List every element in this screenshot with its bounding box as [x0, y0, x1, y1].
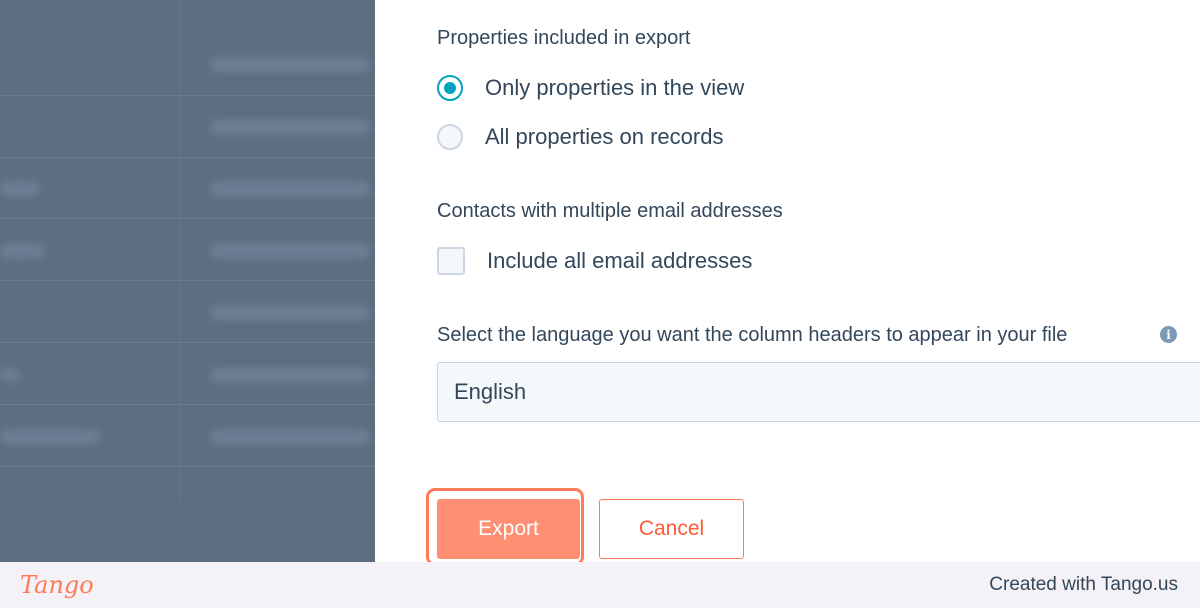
blurred-cell — [0, 182, 40, 196]
table-row-divider — [0, 157, 375, 158]
blurred-cell — [210, 306, 370, 320]
export-dialog: Properties included in export Only prope… — [375, 0, 1200, 562]
table-row-divider — [0, 218, 375, 219]
tango-logo: Tango — [20, 571, 94, 599]
include-all-emails-checkbox[interactable] — [437, 247, 465, 275]
table-column-divider — [180, 0, 181, 500]
language-selected-value: English — [454, 379, 527, 404]
radio-all-properties-on-records[interactable]: All properties on records — [437, 124, 723, 150]
radio-label: Only properties in the view — [485, 75, 745, 100]
table-row-divider — [0, 95, 375, 96]
radio-unselected-icon[interactable] — [437, 124, 463, 150]
blurred-cell — [0, 244, 45, 258]
table-row-divider — [0, 466, 375, 467]
language-section-label: Select the language you want the column … — [437, 324, 1068, 346]
blurred-cell — [210, 182, 370, 196]
blurred-cell — [210, 120, 370, 134]
blurred-background-table — [0, 0, 375, 562]
export-button[interactable]: Export — [437, 499, 580, 559]
footer-credit: Created with Tango.us — [989, 574, 1178, 595]
cancel-button[interactable]: Cancel — [599, 499, 744, 559]
table-row-divider — [0, 280, 375, 281]
include-all-emails-option[interactable]: Include all email addresses — [437, 247, 752, 275]
table-row-divider — [0, 342, 375, 343]
blurred-cell — [210, 58, 370, 72]
tango-footer: Tango Created with Tango.us — [0, 562, 1200, 608]
language-select[interactable]: English — [437, 362, 1200, 422]
blurred-cell — [210, 244, 370, 258]
emails-section-label: Contacts with multiple email addresses — [437, 200, 783, 222]
blurred-cell — [210, 430, 370, 444]
blurred-cell — [0, 368, 20, 382]
blurred-cell — [0, 430, 100, 444]
radio-only-properties-in-view[interactable]: Only properties in the view — [437, 75, 744, 101]
checkbox-label: Include all email addresses — [487, 248, 753, 273]
blurred-cell — [210, 368, 370, 382]
table-row-divider — [0, 404, 375, 405]
properties-section-label: Properties included in export — [437, 27, 691, 49]
radio-selected-icon[interactable] — [437, 75, 463, 101]
radio-label: All properties on records — [485, 124, 724, 149]
info-icon[interactable]: i — [1160, 326, 1177, 343]
